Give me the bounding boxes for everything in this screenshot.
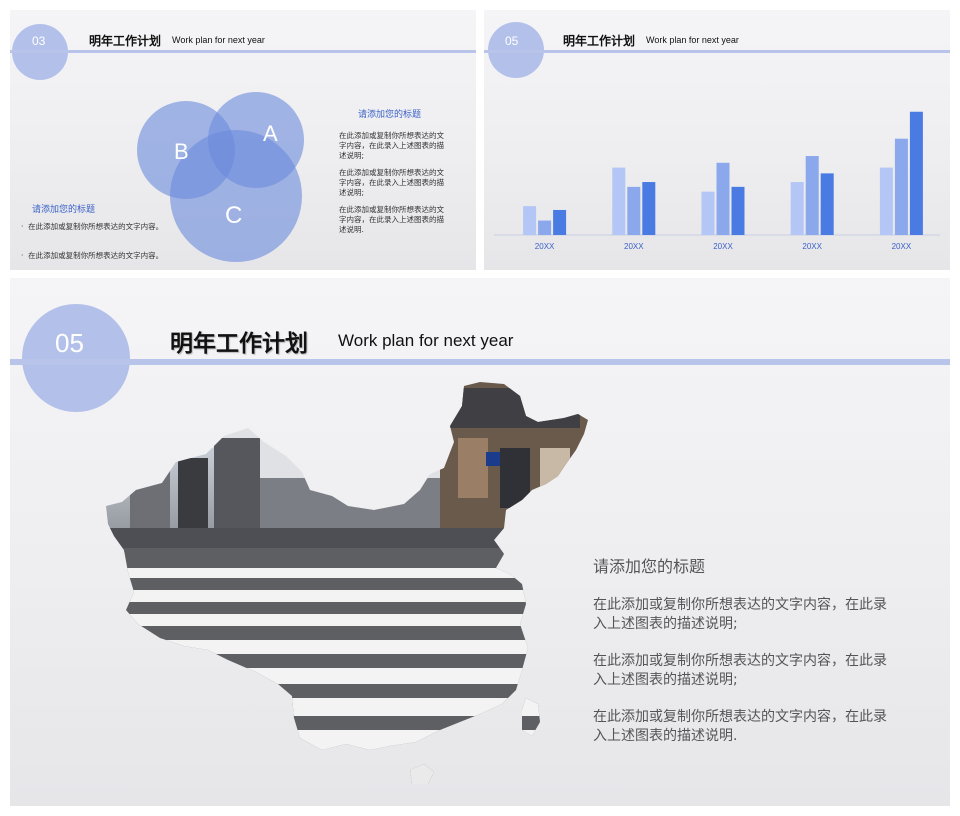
bar (731, 186, 745, 235)
venn-label-b: B (174, 139, 189, 164)
bar (805, 156, 819, 235)
left-block-bullet: · 在此添加或复制你所想表达的文字内容。 (21, 251, 164, 260)
slide-bar-chart[interactable]: 05 明年工作计划 Work plan for next year 20XX 20… (484, 10, 950, 270)
venn-label-c: C (225, 202, 242, 229)
map-text-paragraph: 在此添加或复制你所想表达的文字内容，在此录入上述图表的描述说明. (593, 709, 887, 744)
x-tick-label: 20XX (624, 242, 644, 251)
map-text-paragraph: 在此添加或复制你所想表达的文字内容，在此录入上述图表的描述说明; (593, 653, 887, 688)
bar (642, 182, 656, 235)
bar (523, 206, 537, 235)
bar (553, 209, 567, 235)
x-tick-label: 20XX (892, 242, 912, 251)
map-text-heading: 请添加您的标题 (593, 557, 706, 576)
bar (894, 138, 908, 235)
x-tick-label: 20XX (535, 242, 555, 251)
right-block-heading: 请添加您的标题 (358, 110, 422, 120)
bar (716, 162, 730, 235)
bar (909, 111, 923, 235)
venn-label-a: A (263, 121, 278, 146)
right-block-paragraph: 在此添加或复制你所想表达的文字内容，在此录入上述图表的描述说明; (339, 168, 444, 197)
bar-chart: 20XX 20XX 20XX 20XX 20XX (494, 111, 940, 251)
x-tick-label: 20XX (802, 242, 822, 251)
bar (612, 167, 626, 235)
bar (820, 173, 834, 235)
right-block-paragraph: 在此添加或复制你所想表达的文字内容，在此录入上述图表的描述说明; (339, 131, 444, 160)
bar (627, 186, 641, 235)
left-block-heading: 请添加您的标题 (32, 205, 96, 215)
bar (701, 191, 715, 235)
bar (879, 167, 893, 235)
right-block-paragraph: 在此添加或复制你所想表达的文字内容，在此录入上述图表的描述说明. (339, 205, 444, 234)
venn-circle-c (170, 130, 302, 262)
bar (538, 220, 552, 235)
bar (790, 182, 804, 235)
left-block-bullet: · 在此添加或复制你所想表达的文字内容。 (21, 222, 164, 231)
x-tick-label: 20XX (713, 242, 733, 251)
slide-map[interactable]: 05 明年工作计划 Work plan for next year 请添加您的标… (10, 278, 950, 806)
map-text-paragraph: 在此添加或复制你所想表达的文字内容，在此录入上述图表的描述说明; (593, 597, 887, 632)
slide-venn[interactable]: 03 明年工作计划 Work plan for next year A B C … (10, 10, 476, 270)
